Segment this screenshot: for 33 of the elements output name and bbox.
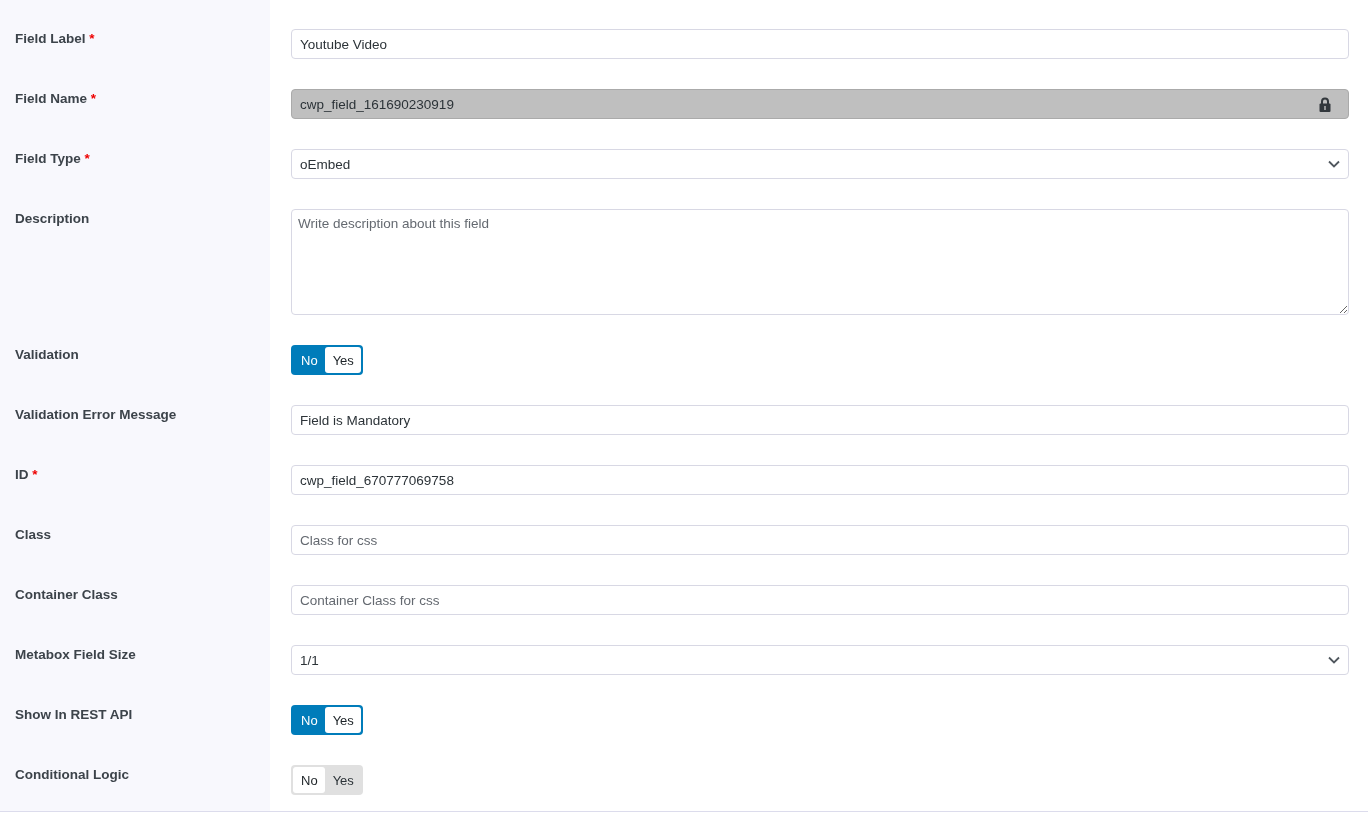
field-label: Field Label * <box>14 30 96 48</box>
toggle-option[interactable]: Yes <box>324 767 361 793</box>
toggle-option[interactable]: Yes <box>324 707 361 733</box>
field-label: Field Name * <box>14 90 98 108</box>
chevron-down-icon <box>1328 656 1340 664</box>
text-field[interactable]: cwp_field_670777069758 <box>291 465 1349 495</box>
toggle-option[interactable]: No <box>293 347 325 373</box>
chevron-down-icon <box>1328 160 1340 168</box>
field-label: Description <box>14 210 91 228</box>
field-label: Validation <box>14 346 80 364</box>
text-field[interactable]: Class for css <box>291 525 1349 555</box>
description-textarea[interactable]: Write description about this field <box>291 209 1349 315</box>
field-label: Show In REST API <box>14 706 134 724</box>
field-label: Conditional Logic <box>14 766 130 784</box>
toggle-option[interactable]: No <box>293 707 325 733</box>
locked-field: cwp_field_161690230919 <box>291 89 1349 119</box>
toggle-switch[interactable]: No Yes <box>291 345 363 375</box>
toggle-option[interactable]: No <box>293 767 325 793</box>
text-field[interactable]: Youtube Video <box>291 29 1349 59</box>
text-field[interactable]: Field is Mandatory <box>291 405 1349 435</box>
toggle-switch[interactable]: No Yes <box>291 705 363 735</box>
field-label: Metabox Field Size <box>14 646 137 664</box>
field-label: Field Type * <box>14 150 91 168</box>
select-dropdown[interactable]: 1/1 <box>291 645 1349 675</box>
field-label: Validation Error Message <box>14 406 178 424</box>
field-label: Class <box>14 526 53 544</box>
toggle-switch[interactable]: No Yes <box>291 765 363 795</box>
toggle-option[interactable]: Yes <box>324 347 361 373</box>
field-label: Container Class <box>14 586 119 604</box>
lock-icon <box>1319 96 1331 112</box>
text-field[interactable]: Container Class for css <box>291 585 1349 615</box>
field-label: ID * <box>14 466 39 484</box>
select-dropdown[interactable]: oEmbed <box>291 149 1349 179</box>
